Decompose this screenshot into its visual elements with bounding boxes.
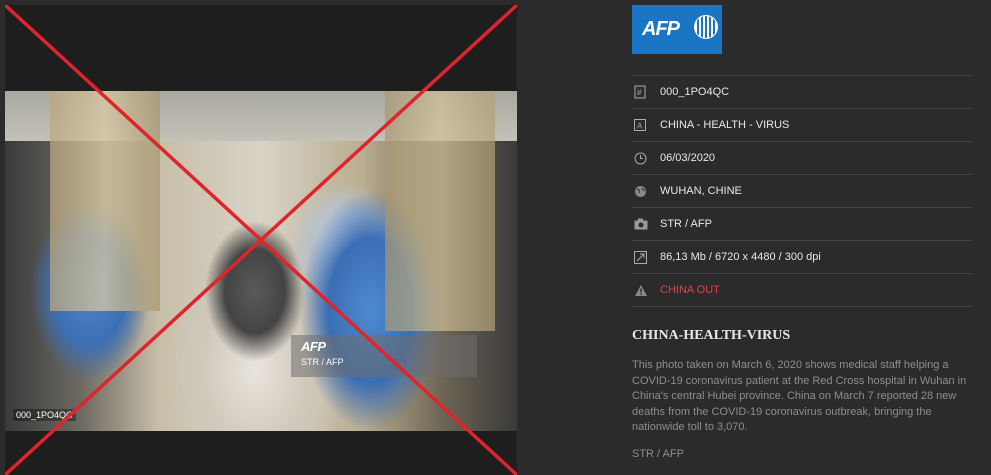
details-panel: AFP # 000_1PO4QC A CHINA - HEALTH - VIRU… [632,0,972,475]
caption-title: CHINA-HEALTH-VIRUS [632,328,791,343]
meta-value-title: CHINA - HEALTH - VIRUS [660,119,790,131]
meta-row-id: # 000_1PO4QC [632,75,972,108]
afp-logo-text: AFP [642,18,680,40]
meta-row-size: 86,13 Mb / 6720 x 4480 / 300 dpi [632,240,972,273]
meta-row-restriction: CHINA OUT [632,273,972,307]
svg-text:A: A [637,122,643,131]
photo-curtain-right [385,91,495,331]
photo-curtain-left [50,91,160,311]
metadata-list: # 000_1PO4QC A CHINA - HEALTH - VIRUS 06… [632,75,972,307]
meta-value-id: 000_1PO4QC [660,86,730,98]
caption-body: This photo taken on March 6, 2020 shows … [632,359,967,433]
photo-image[interactable]: AFP STR / AFP 000_1PO4QC [5,91,517,431]
meta-value-restriction: CHINA OUT [660,284,720,296]
globe-logo-icon [694,15,718,39]
meta-row-location: WUHAN, CHINE [632,174,972,207]
meta-row-title: A CHINA - HEALTH - VIRUS [632,108,972,141]
globe-icon [632,185,660,198]
meta-value-credit: STR / AFP [660,218,712,230]
hash-icon: # [632,85,660,99]
photo-id-label: 000_1PO4QC [13,409,76,421]
meta-value-location: WUHAN, CHINE [660,185,742,197]
watermark-credit: STR / AFP [301,357,344,367]
title-icon: A [632,119,660,131]
camera-icon [632,218,660,230]
watermark-logo: AFP [301,339,326,354]
afp-logo[interactable]: AFP [632,5,722,54]
photo-panel: AFP STR / AFP 000_1PO4QC [5,5,517,475]
svg-text:#: # [637,88,642,97]
resize-icon [632,250,660,264]
meta-value-size: 86,13 Mb / 6720 x 4480 / 300 dpi [660,251,821,263]
meta-row-date: 06/03/2020 [632,141,972,174]
clock-icon [632,152,660,165]
photo-watermark: AFP STR / AFP [291,335,477,377]
meta-value-date: 06/03/2020 [660,152,716,164]
caption-credit: STR / AFP [632,448,684,460]
warning-icon [632,284,660,297]
meta-row-credit: STR / AFP [632,207,972,240]
